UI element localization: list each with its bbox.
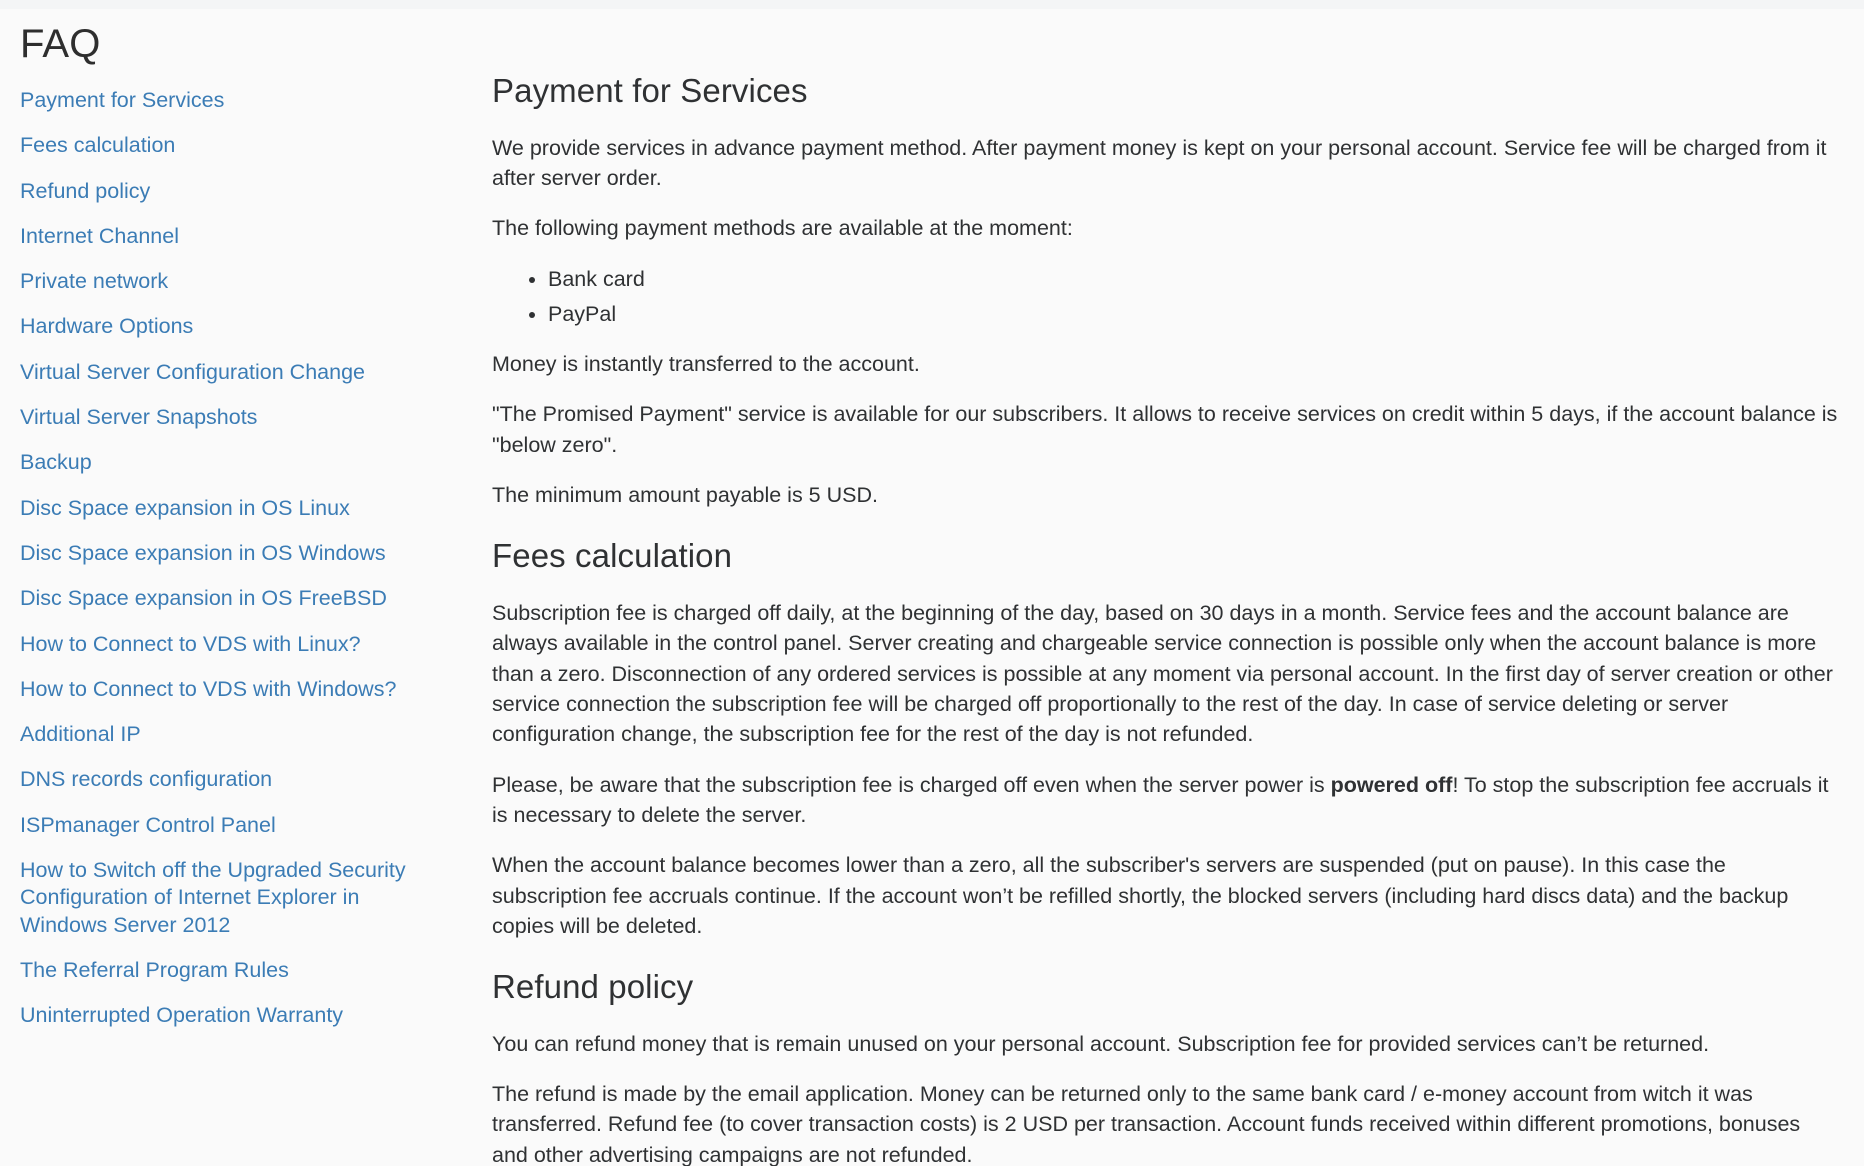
paragraph-balance-below-zero: When the account balance becomes lower t… — [492, 853, 1789, 938]
sidebar-item-fees-calculation[interactable]: Fees calculation — [20, 133, 175, 157]
paragraph-instant-transfer: Money is instantly transferred to the ac… — [492, 352, 920, 377]
list-item: Private network — [20, 268, 440, 295]
sidebar-item-hardware-options[interactable]: Hardware Options — [20, 314, 193, 338]
list-item: Fees calculation — [20, 132, 440, 159]
sidebar-item-dns-records-configuration[interactable]: DNS records configuration — [20, 767, 272, 791]
list-item: How to Switch off the Upgraded Security … — [20, 857, 440, 939]
list-item: Refund policy — [20, 178, 440, 205]
list-item: Disc Space expansion in OS Windows — [20, 540, 440, 567]
paragraph-payment-methods-intro: The following payment methods are availa… — [492, 216, 1073, 241]
list-item: How to Connect to VDS with Linux? — [20, 631, 440, 658]
section-fees-calculation: Fees calculation Subscription fee is cha… — [492, 536, 1840, 941]
list-item: Payment for Services — [20, 87, 440, 114]
top-bar — [0, 0, 1864, 9]
faq-sidebar: FAQ Payment for Services Fees calculatio… — [0, 9, 470, 1048]
list-item: Backup — [20, 449, 440, 476]
page-title: FAQ — [20, 22, 101, 66]
sidebar-item-backup[interactable]: Backup — [20, 450, 92, 474]
sidebar-item-payment-for-services[interactable]: Payment for Services — [20, 88, 224, 112]
faq-page: FAQ Payment for Services Fees calculatio… — [0, 0, 1864, 1166]
paragraph-advance-payment: We provide services in advance payment m… — [492, 135, 1827, 190]
sidebar-item-uninterrupted-operation-warranty[interactable]: Uninterrupted Operation Warranty — [20, 1003, 343, 1027]
sidebar-item-disc-space-expansion-windows[interactable]: Disc Space expansion in OS Windows — [20, 541, 386, 565]
paragraph-refund-unused-money: You can refund money that is remain unus… — [492, 1031, 1710, 1056]
paragraph-subscription-fee-details: Subscription fee is charged off daily, a… — [492, 601, 1833, 747]
list-item: Hardware Options — [20, 313, 440, 340]
list-item: ISPmanager Control Panel — [20, 812, 440, 839]
sidebar-item-internet-channel[interactable]: Internet Channel — [20, 224, 179, 248]
faq-content: Payment for Services We provide services… — [470, 9, 1864, 1166]
paragraph-promised-payment: "The Promised Payment" service is availa… — [492, 402, 1838, 457]
list-item: Internet Channel — [20, 223, 440, 250]
sidebar-item-switch-off-upgraded-security-configuration[interactable]: How to Switch off the Upgraded Security … — [20, 858, 406, 937]
section-refund-policy: Refund policy You can refund money that … — [492, 967, 1840, 1166]
powered-off-emphasis: powered off — [1330, 772, 1453, 797]
list-item-paypal: PayPal — [548, 299, 1840, 329]
sidebar-item-virtual-server-snapshots[interactable]: Virtual Server Snapshots — [20, 405, 257, 429]
section-heading-payment-for-services: Payment for Services — [492, 72, 808, 109]
section-heading-refund-policy: Refund policy — [492, 968, 694, 1006]
paragraph-powered-off-warning: Please, be aware that the subscription f… — [492, 770, 1840, 831]
sidebar-item-connect-vds-linux[interactable]: How to Connect to VDS with Linux? — [20, 632, 361, 656]
list-item: Disc Space expansion in OS FreeBSD — [20, 585, 440, 612]
list-item: Virtual Server Configuration Change — [20, 359, 440, 386]
sidebar-item-disc-space-expansion-freebsd[interactable]: Disc Space expansion in OS FreeBSD — [20, 586, 387, 610]
section-heading-fees-calculation: Fees calculation — [492, 537, 733, 575]
faq-nav-list: Payment for Services Fees calculation Re… — [20, 87, 440, 1030]
section-payment-for-services: Payment for Services We provide services… — [492, 71, 1840, 510]
powered-off-text-before: Please, be aware that the subscription f… — [492, 772, 1331, 797]
sidebar-item-additional-ip[interactable]: Additional IP — [20, 722, 141, 746]
list-item: The Referral Program Rules — [20, 957, 440, 984]
page-layout: FAQ Payment for Services Fees calculatio… — [0, 9, 1864, 1166]
list-item: How to Connect to VDS with Windows? — [20, 676, 440, 703]
list-item: Additional IP — [20, 721, 440, 748]
list-item: DNS records configuration — [20, 766, 440, 793]
list-item-bank-card: Bank card — [548, 264, 1840, 294]
sidebar-item-connect-vds-windows[interactable]: How to Connect to VDS with Windows? — [20, 677, 396, 701]
paragraph-minimum-amount: The minimum amount payable is 5 USD. — [492, 483, 878, 508]
sidebar-item-virtual-server-configuration-change[interactable]: Virtual Server Configuration Change — [20, 360, 365, 384]
list-item: Disc Space expansion in OS Linux — [20, 495, 440, 522]
sidebar-item-disc-space-expansion-linux[interactable]: Disc Space expansion in OS Linux — [20, 496, 350, 520]
payment-methods-list: Bank card PayPal — [492, 264, 1840, 330]
sidebar-item-refund-policy[interactable]: Refund policy — [20, 179, 150, 203]
paragraph-refund-process: The refund is made by the email applicat… — [492, 1082, 1801, 1166]
sidebar-item-private-network[interactable]: Private network — [20, 269, 168, 293]
sidebar-item-referral-program-rules[interactable]: The Referral Program Rules — [20, 958, 289, 982]
list-item: Virtual Server Snapshots — [20, 404, 440, 431]
sidebar-item-ispmanager-control-panel[interactable]: ISPmanager Control Panel — [20, 813, 276, 837]
list-item: Uninterrupted Operation Warranty — [20, 1002, 440, 1029]
